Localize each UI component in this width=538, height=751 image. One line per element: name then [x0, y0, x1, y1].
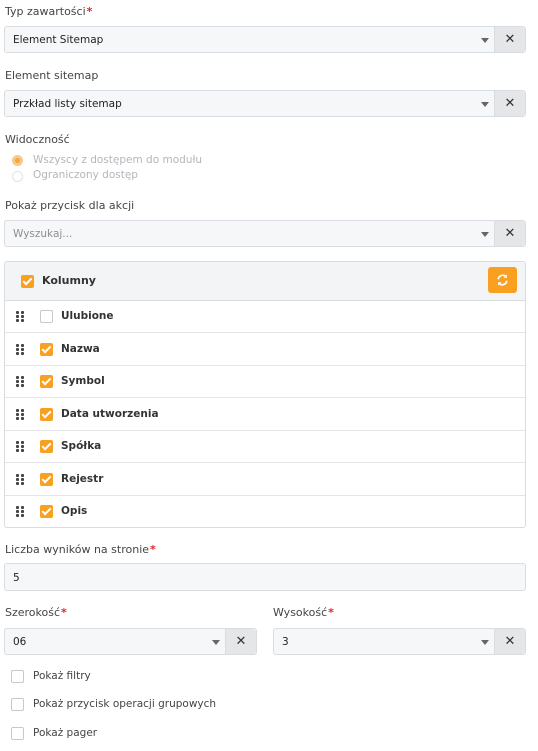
content-type-select[interactable]: Element Sitemap ✕	[4, 26, 526, 53]
drag-handle-icon[interactable]	[16, 506, 25, 517]
drag-handle-icon[interactable]	[16, 311, 25, 322]
close-icon[interactable]: ✕	[225, 629, 256, 654]
close-icon[interactable]: ✕	[494, 221, 525, 246]
width-value: 06	[13, 636, 27, 648]
height-select[interactable]: 3 ✕	[273, 628, 526, 655]
drag-handle-icon[interactable]	[16, 376, 25, 387]
results-per-page-input[interactable]: 5	[4, 563, 526, 591]
column-row-symbol[interactable]: Symbol	[5, 365, 525, 398]
chevron-down-icon[interactable]	[481, 38, 489, 43]
radio-restricted[interactable]	[12, 171, 23, 182]
content-type-label: Typ zawartości*	[5, 5, 92, 18]
columns-title: Kolumny	[42, 274, 96, 287]
action-search-placeholder: Wyszukaj...	[13, 228, 73, 240]
results-per-page-value: 5	[13, 572, 20, 584]
height-label-text: Wysokość	[273, 606, 328, 619]
column-row-nazwa[interactable]: Nazwa	[5, 333, 525, 366]
chevron-down-icon[interactable]	[481, 102, 489, 107]
action-button-label: Pokaż przycisk dla akcji	[5, 199, 135, 212]
element-sitemap-select[interactable]: Przkład listy sitemap ✕	[4, 90, 526, 117]
required-marker: *	[328, 606, 334, 619]
close-icon[interactable]: ✕	[494, 629, 525, 654]
column-row-rejestr[interactable]: Rejestr	[5, 463, 525, 496]
results-per-page-label-text: Liczba wyników na stronie	[5, 543, 150, 556]
columns-panel: Kolumny Ulubione Nazwa Symbol Data utwor…	[4, 261, 526, 528]
column-row-data-utworzenia[interactable]: Data utworzenia	[5, 398, 525, 431]
column-checkbox[interactable]	[40, 408, 53, 421]
refresh-icon	[497, 274, 508, 286]
visibility-label: Widoczność	[5, 133, 70, 146]
element-sitemap-value: Przkład listy sitemap	[13, 98, 122, 110]
show-filters-label: Pokaż filtry	[33, 670, 91, 682]
columns-panel-header: Kolumny	[5, 262, 525, 301]
columns-select-all-checkbox[interactable]	[21, 275, 34, 288]
chevron-down-icon[interactable]	[212, 640, 220, 645]
required-marker: *	[150, 543, 156, 556]
column-row-ulubione[interactable]: Ulubione	[5, 300, 525, 333]
column-label: Symbol	[61, 375, 105, 387]
content-type-label-text: Typ zawartości	[5, 5, 86, 18]
column-checkbox[interactable]	[40, 343, 53, 356]
radio-all-users[interactable]	[12, 155, 23, 166]
radio-all-users-label: Wszyscy z dostępem do modułu	[33, 154, 203, 166]
column-label: Rejestr	[61, 473, 104, 485]
close-icon[interactable]: ✕	[494, 91, 525, 116]
column-checkbox[interactable]	[40, 440, 53, 453]
column-label: Data utworzenia	[61, 408, 159, 420]
show-group-ops-checkbox[interactable]	[11, 698, 24, 711]
column-row-opis[interactable]: Opis	[5, 495, 525, 527]
height-value: 3	[282, 636, 289, 648]
drag-handle-icon[interactable]	[16, 441, 25, 452]
column-row-spolka[interactable]: Spółka	[5, 430, 525, 463]
content-type-value: Element Sitemap	[13, 34, 104, 46]
show-pager-checkbox[interactable]	[11, 727, 24, 740]
refresh-button[interactable]	[488, 267, 517, 293]
element-sitemap-label: Element sitemap	[5, 69, 99, 82]
column-checkbox[interactable]	[40, 505, 53, 518]
column-label: Spółka	[61, 440, 102, 452]
width-label: Szerokość*	[5, 606, 67, 619]
show-filters-checkbox[interactable]	[11, 670, 24, 683]
column-label: Ulubione	[61, 310, 114, 322]
column-label: Opis	[61, 505, 88, 517]
column-checkbox[interactable]	[40, 473, 53, 486]
column-checkbox[interactable]	[40, 375, 53, 388]
column-label: Nazwa	[61, 343, 100, 355]
drag-handle-icon[interactable]	[16, 474, 25, 485]
show-pager-label: Pokaż pager	[33, 727, 98, 739]
drag-handle-icon[interactable]	[16, 409, 25, 420]
radio-restricted-label: Ograniczony dostęp	[33, 169, 138, 181]
required-marker: *	[61, 606, 67, 619]
width-label-text: Szerokość	[5, 606, 61, 619]
required-marker: *	[86, 5, 93, 18]
action-search-select[interactable]: Wyszukaj... ✕	[4, 220, 526, 247]
show-group-ops-label: Pokaż przycisk operacji grupowych	[33, 698, 217, 710]
chevron-down-icon[interactable]	[481, 640, 489, 645]
width-select[interactable]: 06 ✕	[4, 628, 257, 655]
chevron-down-icon[interactable]	[481, 232, 489, 237]
results-per-page-label: Liczba wyników na stronie*	[5, 543, 156, 556]
drag-handle-icon[interactable]	[16, 344, 25, 355]
close-icon[interactable]: ✕	[494, 27, 525, 52]
height-label: Wysokość*	[273, 606, 334, 619]
column-checkbox[interactable]	[40, 310, 53, 323]
